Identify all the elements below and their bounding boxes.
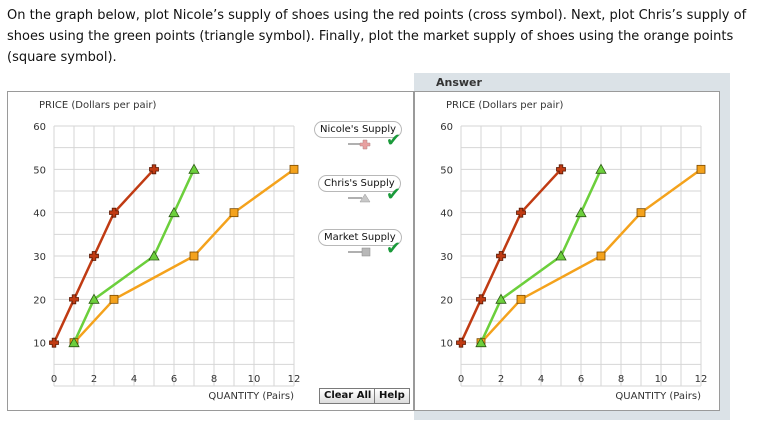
market-square-point [289,164,299,174]
market-correct-check-icon: ✔ [386,238,402,259]
chris-correct-check-icon: ✔ [386,184,402,205]
y-axis-label: PRICE (Dollars per pair) [39,100,156,111]
y-tick-label: 60 [440,122,453,133]
chris-triangle-point [168,206,180,218]
y-tick-label: 40 [33,209,46,220]
nicole-cross-point [49,337,59,348]
x-tick-label: 2 [91,374,97,385]
y-tick-label: 20 [33,295,46,306]
x-tick-label: 10 [655,374,668,385]
x-tick-label: 12 [288,374,301,385]
x-tick-label: 6 [171,374,177,385]
graph-panel: PRICE (Dollars per pair) QUANTITY (Pairs)… [7,91,414,411]
help-button[interactable]: Help [374,388,410,404]
legend-market-square-icon[interactable] [348,246,372,258]
x-tick-label: 10 [248,374,261,385]
supply-chart-answer: PRICE (Dollars per pair) QUANTITY (Pairs)… [440,100,708,402]
market-square-point [696,164,706,174]
y-tick-label: 40 [440,209,453,220]
y-tick-label: 50 [440,165,453,176]
x-tick-label: 0 [458,374,464,385]
x-axis-label: QUANTITY (Pairs) [208,391,294,402]
chris-triangle-point [575,206,587,218]
market-square-point [516,294,526,304]
clear-all-button[interactable]: Clear All [319,388,377,404]
answer-graph-panel: PRICE (Dollars per pair) QUANTITY (Pairs)… [414,91,720,411]
x-tick-label: 6 [578,374,584,385]
x-tick-label: 8 [618,374,624,385]
y-tick-label: 20 [440,295,453,306]
y-tick-label: 30 [440,252,453,263]
answer-label: Answer [436,76,482,89]
x-tick-label: 0 [51,374,57,385]
market-square-point [596,251,606,261]
market-square-point [636,208,646,218]
x-tick-label: 4 [538,374,544,385]
nicole-cross-point [496,251,506,261]
nicole-cross-point [456,337,466,348]
x-tick-label: 4 [131,374,137,385]
nicole-cross-point [89,251,99,261]
y-axis-label: PRICE (Dollars per pair) [446,100,563,111]
market-square-point [229,208,239,218]
x-tick-label: 2 [498,374,504,385]
y-tick-label: 50 [33,165,46,176]
nicole-correct-check-icon: ✔ [386,130,402,151]
y-tick-label: 10 [33,339,46,350]
x-tick-label: 12 [695,374,708,385]
x-tick-label: 8 [211,374,217,385]
x-axis-label: QUANTITY (Pairs) [615,391,701,402]
nicole-cross-point [69,294,79,305]
y-tick-label: 60 [33,122,46,133]
market-square-point [109,294,119,304]
market-square-point [189,251,199,261]
y-tick-label: 10 [440,339,453,350]
y-tick-label: 30 [33,252,46,263]
instructions-text: On the graph below, plot Nicole’s supply… [7,8,747,65]
legend-nicole-cross-icon[interactable] [348,138,372,150]
nicole-cross-point [476,294,486,305]
legend-chris-triangle-icon[interactable] [348,192,372,204]
